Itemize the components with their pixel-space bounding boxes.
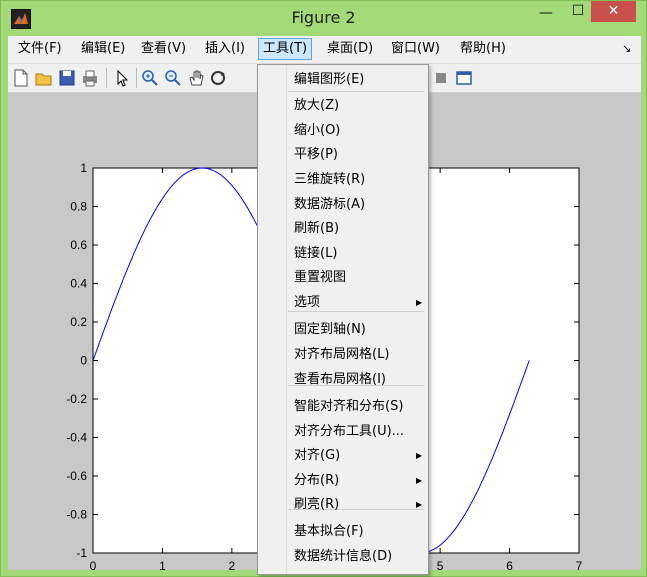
y-tick-label: -0.4: [66, 431, 87, 445]
menu-file[interactable]: 文件(F): [14, 39, 66, 59]
save-icon[interactable]: [57, 68, 77, 88]
open-icon[interactable]: [34, 68, 54, 88]
menu-separator: [288, 91, 424, 92]
menu-item-data-statistics[interactable]: 数据统计信息(D): [294, 546, 392, 568]
x-tick-label: 1: [159, 559, 166, 570]
new-icon[interactable]: [11, 68, 31, 88]
y-tick-label: 0: [80, 354, 87, 368]
menu-item-brush-submenu[interactable]: 刷亮(R): [294, 494, 339, 516]
menu-item-smart-align-distribute[interactable]: 智能对齐和分布(S): [294, 396, 403, 418]
menu-item-brush[interactable]: 刷新(B): [294, 218, 339, 240]
menu-help[interactable]: 帮助(H): [456, 39, 510, 59]
y-tick-label: 0.8: [70, 200, 87, 214]
menu-item-snap-to-layout-grid[interactable]: 对齐布局网格(L): [294, 344, 389, 366]
menu-item-edit-plot[interactable]: 编辑图形(E): [294, 69, 364, 91]
toolbar-separator: [106, 68, 107, 88]
submenu-arrow-icon: ▶: [416, 451, 423, 460]
x-tick-label: 6: [506, 559, 513, 570]
menu-item-options[interactable]: 选项: [294, 292, 320, 314]
menu-item-view-layout-grid[interactable]: 查看布局网格(I): [294, 369, 386, 391]
menu-item-rotate-3d[interactable]: 三维旋转(R): [294, 169, 365, 191]
y-tick-label: 0.6: [70, 238, 87, 252]
menu-desktop[interactable]: 桌面(D): [323, 39, 377, 59]
y-tick-label: 0.4: [70, 277, 87, 291]
close-button[interactable]: ✕: [591, 1, 636, 22]
panel-icon[interactable]: [454, 68, 474, 88]
x-tick-label: 7: [576, 559, 583, 570]
menu-item-reset-view[interactable]: 重置视图: [294, 267, 346, 289]
minimize-button[interactable]: —: [531, 5, 561, 27]
y-tick-label: -0.2: [66, 392, 87, 406]
menu-icon-strip: [286, 65, 287, 574]
menu-tools[interactable]: 工具(T): [258, 38, 313, 60]
menu-item-zoom-in[interactable]: 放大(Z): [294, 95, 339, 117]
menu-item-pan[interactable]: 平移(P): [294, 144, 338, 166]
x-tick-label: 2: [229, 559, 236, 570]
menu-insert[interactable]: 插入(I): [201, 39, 249, 59]
zoom-in-icon[interactable]: [140, 68, 160, 88]
tools-dropdown-menu: 编辑图形(E) 放大(Z) 缩小(O) 平移(P) 三维旋转(R) 数据游标(A) 刷新(B…: [257, 64, 429, 575]
menu-item-align[interactable]: 对齐(G): [294, 445, 340, 467]
menu-item-align-distribute-tool[interactable]: 对齐分布工具(U)...: [294, 421, 404, 443]
y-tick-label: -1: [76, 546, 87, 560]
menu-item-zoom-out[interactable]: 缩小(O): [294, 120, 340, 142]
dock-arrow-icon[interactable]: ↘: [622, 42, 631, 55]
menu-edit[interactable]: 编辑(E): [77, 39, 129, 59]
pan-icon[interactable]: [186, 68, 206, 88]
menu-item-pin-to-axes[interactable]: 固定到轴(N): [294, 319, 366, 341]
x-tick-label: 5: [437, 559, 444, 570]
submenu-arrow-icon: ▶: [416, 298, 423, 307]
submenu-arrow-icon: ▶: [416, 476, 423, 485]
pointer-icon[interactable]: [112, 68, 132, 88]
submenu-arrow-icon: ▶: [416, 500, 423, 509]
y-tick-label: -0.8: [66, 508, 87, 522]
toolbar-separator: [136, 68, 137, 88]
menu-window[interactable]: 窗口(W): [387, 39, 444, 59]
x-tick-label: 0: [90, 559, 97, 570]
y-tick-label: 0.2: [70, 315, 87, 329]
menu-item-distribute[interactable]: 分布(R): [294, 470, 339, 492]
menu-item-basic-fitting[interactable]: 基本拟合(F): [294, 521, 364, 543]
rotate-icon[interactable]: [208, 68, 228, 88]
menu-bar: 文件(F) 编辑(E) 查看(V) 插入(I) 工具(T) 桌面(D) 窗口(W…: [8, 36, 641, 64]
print-icon[interactable]: [80, 68, 100, 88]
maximize-button[interactable]: ☐: [563, 3, 593, 25]
title-bar[interactable]: Figure 2 — ☐ ✕: [1, 1, 646, 36]
menu-view[interactable]: 查看(V): [137, 39, 190, 59]
menu-item-data-cursor[interactable]: 数据游标(A): [294, 194, 365, 216]
menu-item-link[interactable]: 链接(L): [294, 243, 337, 265]
legend-icon[interactable]: [431, 68, 451, 88]
zoom-out-icon[interactable]: [163, 68, 183, 88]
y-tick-label: -0.6: [66, 469, 87, 483]
y-tick-label: 1: [80, 161, 87, 175]
